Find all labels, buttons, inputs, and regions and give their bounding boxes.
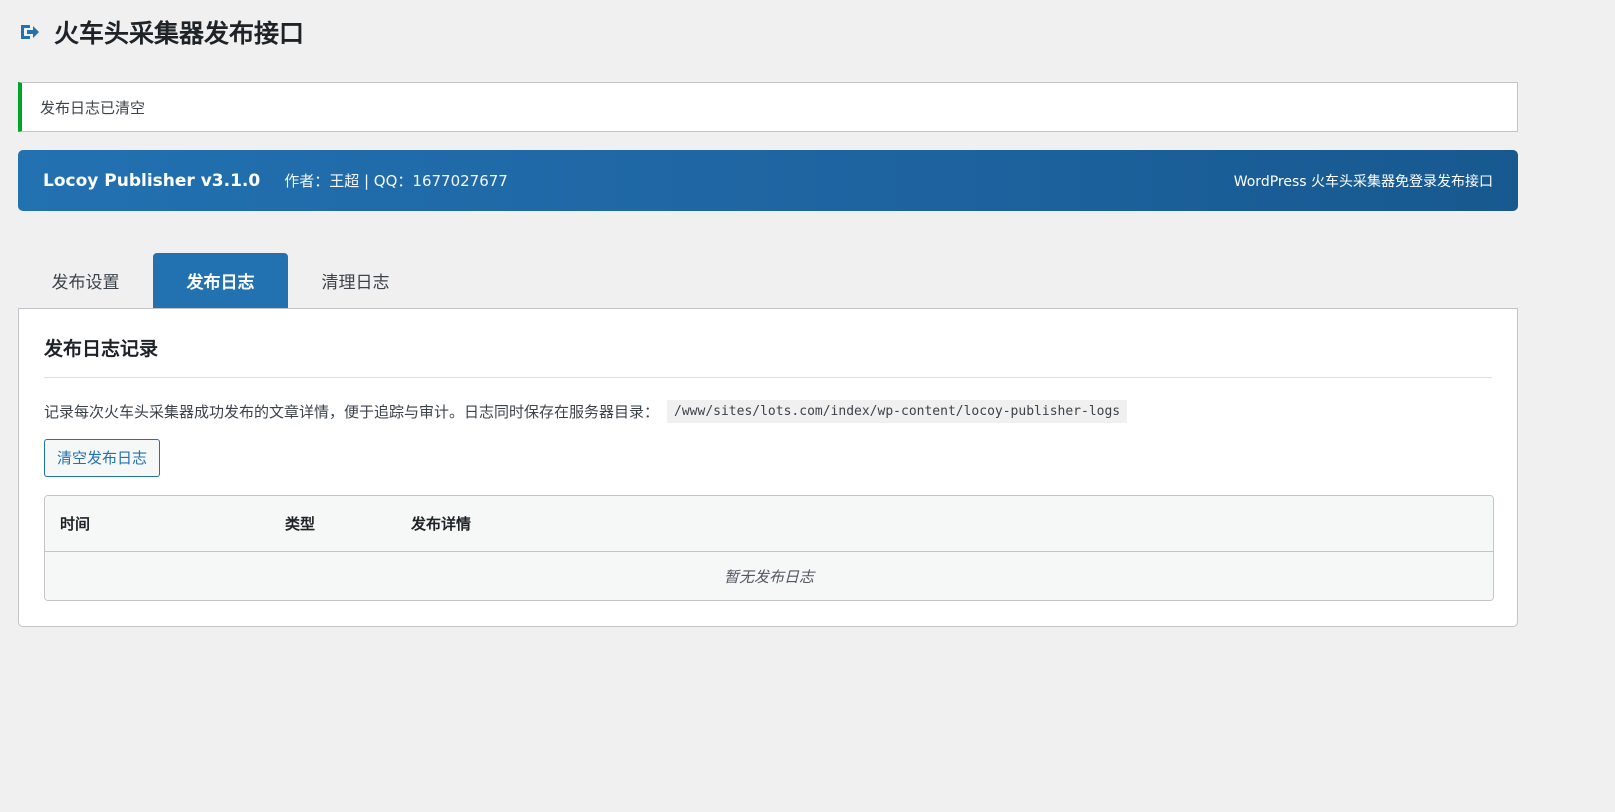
log-panel: 发布日志记录 记录每次火车头采集器成功发布的文章详情，便于追踪与审计。日志同时保… bbox=[18, 309, 1518, 627]
log-table: 时间 类型 发布详情 暂无发布日志 bbox=[44, 495, 1494, 601]
panel-title: 发布日志记录 bbox=[44, 309, 1492, 378]
clear-log-button[interactable]: 清空发布日志 bbox=[44, 439, 161, 477]
page-header: 火车头采集器发布接口 bbox=[18, 14, 304, 50]
description-text: 记录每次火车头采集器成功发布的文章详情，便于追踪与审计。日志同时保存在服务器目录… bbox=[44, 403, 660, 421]
table-row: 暂无发布日志 bbox=[45, 552, 1493, 600]
column-type: 类型 bbox=[270, 496, 396, 552]
notice-text: 发布日志已清空 bbox=[40, 98, 146, 117]
tab-clean-log[interactable]: 清理日志 bbox=[288, 253, 423, 308]
tab-publish-log[interactable]: 发布日志 bbox=[153, 253, 288, 308]
tab-bar: 发布设置 发布日志 清理日志 bbox=[18, 253, 1518, 309]
empty-message: 暂无发布日志 bbox=[45, 552, 1493, 600]
log-path: /www/sites/lots.com/index/wp-content/loc… bbox=[667, 400, 1128, 423]
plugin-name: Locoy Publisher v3.1.0 bbox=[43, 170, 261, 191]
table-header-row: 时间 类型 发布详情 bbox=[45, 496, 1493, 552]
panel-description: 记录每次火车头采集器成功发布的文章详情，便于追踪与审计。日志同时保存在服务器目录… bbox=[44, 400, 1492, 423]
page-title: 火车头采集器发布接口 bbox=[54, 19, 305, 48]
exit-arrow-icon bbox=[21, 25, 39, 39]
plugin-author: 作者：王超 | QQ：1677027677 bbox=[284, 172, 508, 190]
success-notice: 发布日志已清空 bbox=[18, 82, 1518, 132]
tab-publish-settings[interactable]: 发布设置 bbox=[18, 253, 153, 308]
plugin-tagline: WordPress 火车头采集器免登录发布接口 bbox=[1233, 173, 1493, 190]
column-time: 时间 bbox=[45, 496, 270, 552]
column-details: 发布详情 bbox=[396, 496, 1493, 552]
plugin-banner: Locoy Publisher v3.1.0 作者：王超 | QQ：167702… bbox=[18, 150, 1518, 211]
